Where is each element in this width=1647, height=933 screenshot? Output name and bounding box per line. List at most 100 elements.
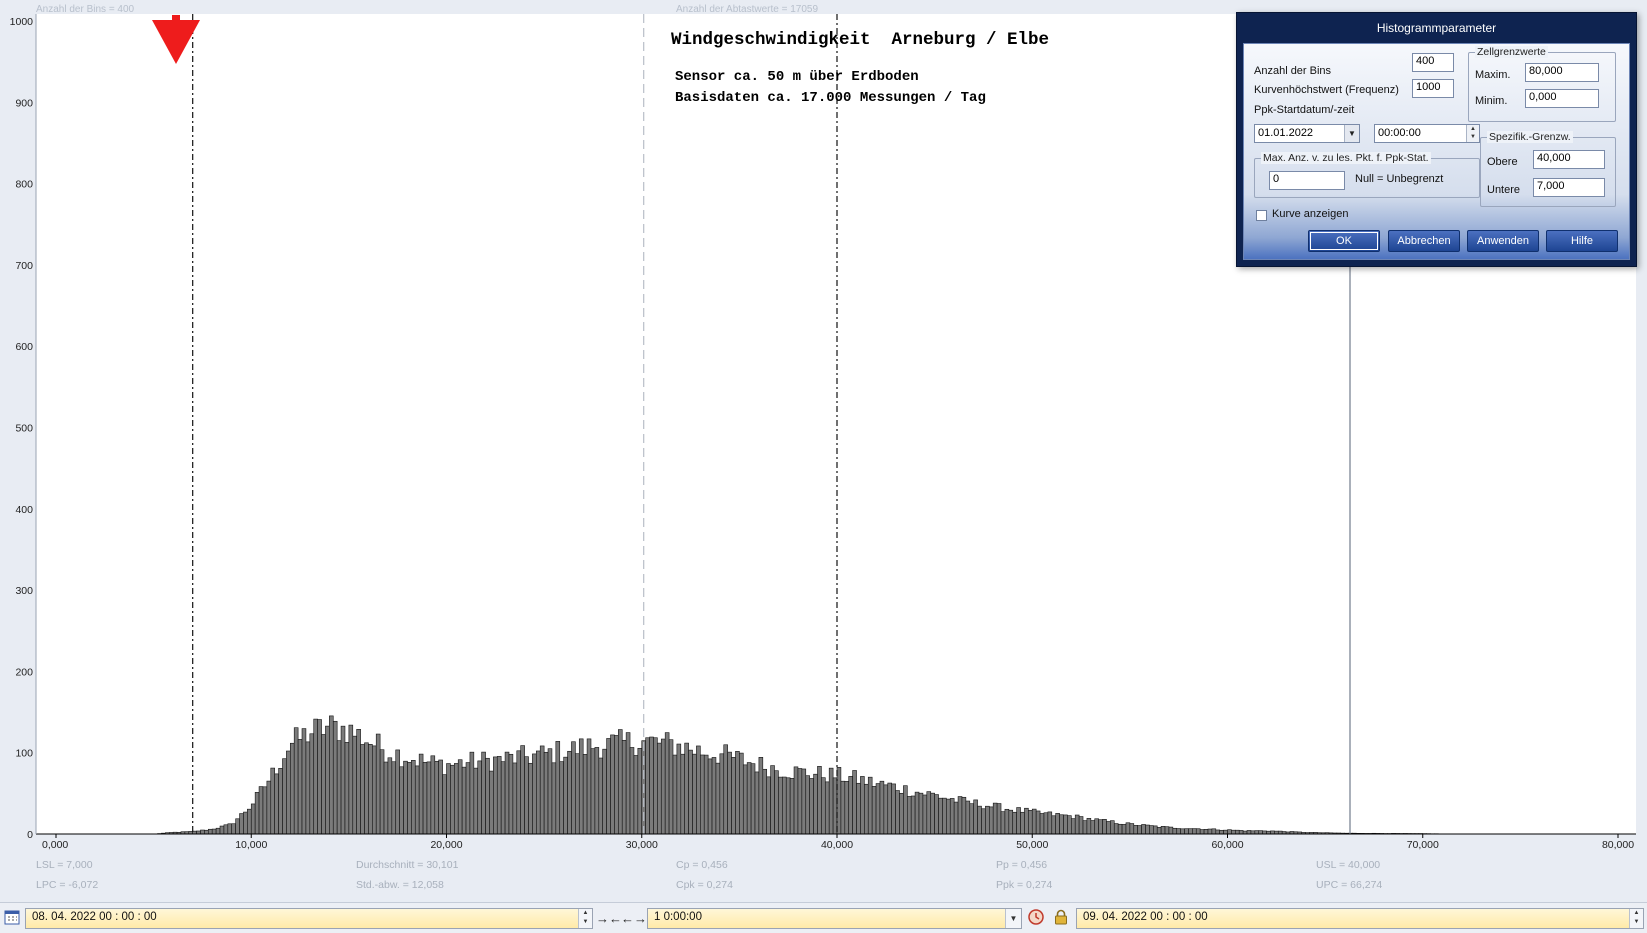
ppk-date-combo[interactable]: 01.01.2022 ▼ [1254,124,1360,143]
curve-max-input[interactable]: 1000 [1412,79,1454,98]
histogram-bar [571,741,576,835]
histogram-bar [735,751,740,835]
histogram-bar [426,761,432,835]
stat-label: LPC = -6,072 [36,879,98,891]
max-points-input[interactable]: 0 [1269,171,1345,190]
histogram-bar [660,738,666,835]
start-datetime-field[interactable]: 08. 04. 2022 00 : 00 : 00 ▲ ▼ [25,908,593,929]
histogram-bar [375,733,381,835]
spin-down-icon[interactable]: ▼ [1630,918,1643,927]
histogram-bar [391,761,397,835]
ok-button[interactable]: OK [1308,230,1380,252]
lsl-pointer-handle[interactable] [172,15,180,21]
stat-label: Std.-abw. = 12,058 [356,879,444,891]
histogram-bar [403,760,408,835]
time-spin-buttons[interactable]: ▲ ▼ [1466,125,1479,142]
histogram-bar [844,781,850,835]
spin-up-icon[interactable]: ▲ [1467,125,1479,133]
histogram-bar [754,771,760,835]
histogram-bar [567,750,572,835]
duration-field[interactable]: 1 0:00:00 ▼ [647,908,1022,929]
lower-label: Untere [1487,184,1521,196]
lock-icon[interactable] [1050,909,1072,929]
histogram-bar [364,742,369,835]
histogram-bar [739,752,744,835]
y-tick-label: 600 [15,341,33,353]
upper-input[interactable]: 40,000 [1533,150,1605,169]
help-button[interactable]: Hilfe [1546,230,1618,252]
spin-up-icon[interactable]: ▲ [579,909,592,918]
spin-down-icon[interactable]: ▼ [579,918,592,927]
histogram-bar [368,744,373,835]
histogram-bar [528,762,533,835]
histogram-bar [910,795,916,835]
histogram-bar [653,737,658,835]
bins-input[interactable]: 400 [1412,53,1454,72]
y-tick-label: 500 [15,423,33,435]
histogram-bar [949,798,955,835]
show-curve-checkbox[interactable] [1256,210,1267,221]
histogram-bar [305,741,311,835]
start-spin-buttons[interactable]: ▲ ▼ [578,909,592,928]
histogram-bar [1020,811,1025,835]
histogram-bar [1043,812,1049,835]
max-input[interactable]: 80,000 [1525,63,1599,82]
max-points-group: Max. Anz. v. zu les. Pkt. f. Ppk-Stat. 0… [1254,152,1480,198]
histogram-bar [692,753,697,835]
histogram-bar [977,805,982,835]
histogram-bar [1176,828,1181,835]
histogram-bar [282,758,287,835]
histogram-bar [1160,826,1166,835]
histogram-bar [723,744,728,835]
histogram-bar [758,757,764,835]
zoom-out-icon[interactable]: ←→ [621,909,647,929]
histogram-bar [789,778,795,835]
histogram-bar [371,745,377,835]
histogram-bar [1086,818,1092,835]
histogram-bar [934,794,939,835]
lower-input[interactable]: 7,000 [1533,178,1605,197]
histogram-bar [801,768,807,835]
histogram-bar [1078,816,1084,835]
histogram-bar [953,801,959,835]
histogram-bar [219,825,225,835]
histogram-bar [1000,811,1006,835]
histogram-bar [254,792,260,835]
histogram-bar [750,763,756,835]
histogram-bar [688,749,693,835]
min-input[interactable]: 0,000 [1525,89,1599,108]
histogram-bar [742,764,748,835]
histogram-bar [1094,818,1099,835]
histogram-bar [555,741,561,835]
spin-up-icon[interactable]: ▲ [1630,909,1643,918]
histogram-bar [1195,828,1201,835]
histogram-bar [645,737,650,835]
histogram-bar [266,780,272,835]
histogram-bar [520,745,525,835]
ppk-time-spinner[interactable]: 00:00:00 ▲ ▼ [1374,124,1480,143]
cancel-button[interactable]: Abbrechen [1388,230,1460,252]
spin-down-icon[interactable]: ▼ [1467,133,1479,141]
zoom-in-icon[interactable]: →← [596,909,622,929]
end-spin-buttons[interactable]: ▲ ▼ [1629,909,1643,928]
histogram-bar [1133,825,1138,835]
histogram-bar [352,735,357,835]
calendar-icon[interactable] [3,909,21,929]
histogram-bar [922,794,928,835]
histogram-bar [629,747,635,835]
calendar-icon-graphic [4,910,20,925]
x-tick-label: 0,000 [42,839,68,851]
histogram-bar [1184,828,1189,835]
histogram-bar [434,760,439,835]
chevron-down-icon[interactable]: ▼ [1005,909,1021,928]
histogram-bar [774,770,779,835]
histogram-bar [883,784,889,835]
end-datetime-field[interactable]: 09. 04. 2022 00 : 00 : 00 ▲ ▼ [1076,908,1644,929]
histogram-bar [895,790,900,835]
chevron-down-icon[interactable]: ▼ [1344,125,1359,142]
histogram-bar [1028,810,1033,835]
clock-icon[interactable] [1025,909,1047,929]
histogram-bar [438,759,443,835]
histogram-bar [887,782,892,835]
apply-button[interactable]: Anwenden [1467,230,1539,252]
